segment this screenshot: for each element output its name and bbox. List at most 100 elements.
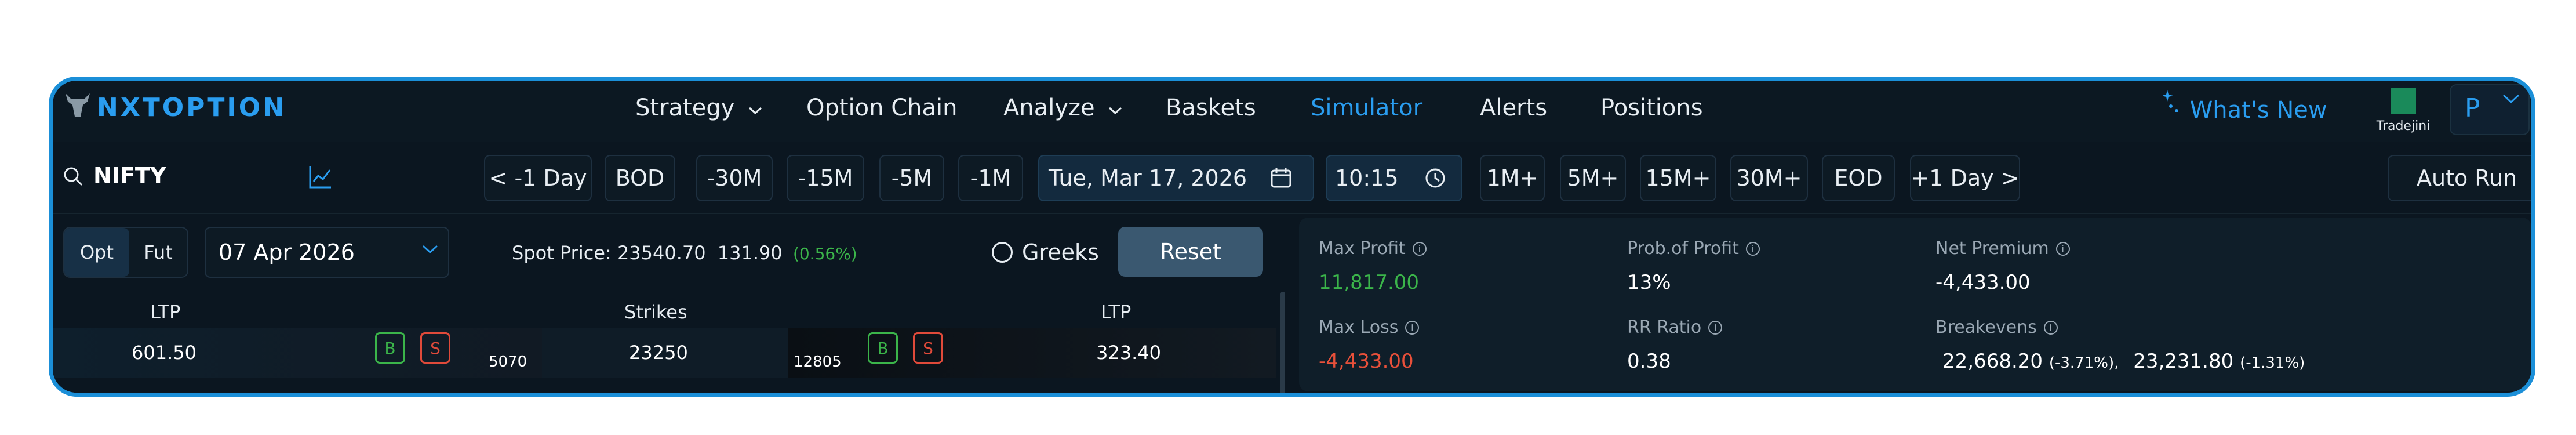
time-toolbar: NIFTY < -1 Day BOD -30M -15M -5M -1M Tue…	[53, 142, 2531, 214]
info-icon[interactable]: i	[2043, 320, 2058, 335]
whats-new-link[interactable]: What's New	[2162, 90, 2327, 124]
table-row: 601.50 B S 5070 23250 12805 B S 323.40	[53, 328, 1276, 378]
strikes-header: Strikes	[624, 301, 687, 323]
spot-value: 23540.70	[617, 242, 706, 264]
buy-put-button[interactable]: B	[868, 332, 898, 364]
max-profit-label-text: Max Profit	[1319, 238, 1406, 259]
strike-value: 23250	[629, 342, 688, 364]
reset-button[interactable]: Reset	[1118, 227, 1263, 277]
strategy-stats-panel: Max Profit i 11,817.00 Prob.of Profit i …	[1299, 217, 2531, 392]
broker-label: Tradejini	[2376, 119, 2431, 133]
max-profit-label: Max Profit i	[1319, 238, 1427, 259]
net-premium-value: -4,433.00	[1935, 271, 2031, 294]
greeks-label: Greeks	[1022, 240, 1099, 265]
fut-tab[interactable]: Fut	[129, 228, 187, 277]
fwd-15m-button[interactable]: 15M+	[1640, 155, 1716, 201]
fwd-1m-button[interactable]: 1M+	[1480, 155, 1545, 201]
scrollbar[interactable]	[1280, 292, 1285, 393]
fwd-1-day-button[interactable]: +1 Day >	[1910, 155, 2020, 201]
breakevens-label-text: Breakevens	[1935, 317, 2037, 338]
buy-call-button[interactable]: B	[375, 332, 405, 364]
search-icon	[62, 165, 85, 191]
chart-icon[interactable]	[308, 164, 333, 192]
info-icon[interactable]: i	[1405, 320, 1420, 335]
max-loss-label-text: Max Loss	[1319, 317, 1399, 338]
greeks-toggle[interactable]: Greeks	[992, 240, 1099, 265]
pop-label: Prob.of Profit i	[1627, 238, 1760, 259]
net-premium-label-text: Net Premium	[1935, 238, 2049, 259]
nav-positions[interactable]: Positions	[1600, 95, 1703, 121]
strike-cell: 23250	[542, 328, 788, 378]
brand-logo[interactable]: NXTOPTION	[63, 90, 286, 125]
nav-analyze-label: Analyze	[1003, 95, 1095, 121]
radio-icon	[992, 242, 1013, 263]
info-icon[interactable]: i	[1745, 241, 1760, 256]
put-cell[interactable]: 12805 B S 323.40	[788, 328, 1276, 378]
spot-label: Spot Price:	[512, 242, 612, 264]
nav-simulator[interactable]: Simulator	[1311, 95, 1422, 121]
nav-strategy-label: Strategy	[635, 95, 735, 121]
top-nav: NXTOPTION Strategy Option Chain Analyze …	[53, 81, 2531, 142]
call-ltp-header: LTP	[150, 301, 181, 323]
back-1-day-button[interactable]: < -1 Day	[484, 155, 592, 201]
sell-put-button[interactable]: S	[913, 332, 943, 364]
avatar: P	[2465, 93, 2480, 123]
opt-tab[interactable]: Opt	[64, 228, 129, 277]
nav-analyze[interactable]: Analyze	[1003, 95, 1123, 121]
nav-strategy[interactable]: Strategy	[635, 95, 763, 121]
fwd-5m-button[interactable]: 5M+	[1560, 155, 1626, 201]
fwd-30m-button[interactable]: 30M+	[1730, 155, 1808, 201]
rr-ratio-value: 0.38	[1627, 350, 1671, 373]
max-loss-value: -4,433.00	[1319, 350, 1414, 373]
eod-button[interactable]: EOD	[1822, 155, 1895, 201]
expiry-value: 07 Apr 2026	[219, 240, 355, 265]
auto-run-button[interactable]: Auto Run	[2388, 155, 2531, 201]
nav-alerts[interactable]: Alerts	[1480, 95, 1547, 121]
put-ltp-header: LTP	[1101, 301, 1131, 323]
breakeven-2-pct: (-1.31%)	[2240, 354, 2305, 372]
rr-ratio-label: RR Ratio i	[1627, 317, 1723, 338]
pop-value: 13%	[1627, 271, 1671, 294]
brand-name: NXTOPTION	[97, 92, 287, 122]
nav-baskets[interactable]: Baskets	[1166, 95, 1256, 121]
info-icon[interactable]: i	[2055, 241, 2070, 256]
calendar-icon	[1270, 167, 1292, 189]
chevron-down-icon	[748, 95, 763, 121]
symbol-search[interactable]: NIFTY	[59, 153, 354, 202]
chevron-down-icon	[2502, 93, 2520, 107]
sparkle-icon	[2162, 89, 2182, 118]
spot-change: 131.90	[717, 242, 783, 264]
info-icon[interactable]: i	[1708, 320, 1723, 335]
date-picker[interactable]: Tue, Mar 17, 2026	[1038, 155, 1314, 201]
sell-call-button[interactable]: S	[420, 332, 450, 364]
put-oi: 12805	[794, 353, 842, 371]
search-input[interactable]: NIFTY	[93, 163, 166, 188]
info-icon[interactable]: i	[1412, 241, 1427, 256]
time-picker[interactable]: 10:15	[1326, 155, 1462, 201]
tradejini-logo-icon	[2391, 88, 2416, 114]
bod-button[interactable]: BOD	[605, 155, 675, 201]
net-premium-label: Net Premium i	[1935, 238, 2070, 259]
spot-change-pct: (0.56%)	[792, 244, 857, 263]
back-15m-button[interactable]: -15M	[787, 155, 864, 201]
expiry-select[interactable]: 07 Apr 2026	[205, 227, 449, 278]
breakevens-label: Breakevens i	[1935, 317, 2058, 338]
put-ltp: 323.40	[1096, 342, 1161, 364]
max-profit-value: 11,817.00	[1319, 271, 1420, 294]
max-loss-label: Max Loss i	[1319, 317, 1420, 338]
call-cell[interactable]: 601.50 B S 5070	[53, 328, 542, 378]
back-1m-button[interactable]: -1M	[958, 155, 1023, 201]
option-chain-panel: Opt Fut 07 Apr 2026 Spot Price: 23540.70…	[53, 214, 1285, 393]
back-5m-button[interactable]: -5M	[879, 155, 944, 201]
chevron-down-icon	[421, 244, 439, 258]
breakeven-1: 22,668.20	[1942, 350, 2043, 373]
opt-fut-toggle: Opt Fut	[63, 227, 188, 278]
broker-tradejini[interactable]: Tradejini	[2371, 84, 2435, 133]
breakeven-1-pct: (-3.71%),	[2049, 354, 2119, 372]
back-30m-button[interactable]: -30M	[696, 155, 773, 201]
profile-menu[interactable]: P	[2450, 84, 2530, 135]
spot-price: Spot Price: 23540.70 131.90 (0.56%)	[512, 242, 857, 264]
nav-option-chain[interactable]: Option Chain	[806, 95, 957, 121]
time-value: 10:15	[1335, 165, 1399, 191]
call-ltp: 601.50	[132, 342, 197, 364]
